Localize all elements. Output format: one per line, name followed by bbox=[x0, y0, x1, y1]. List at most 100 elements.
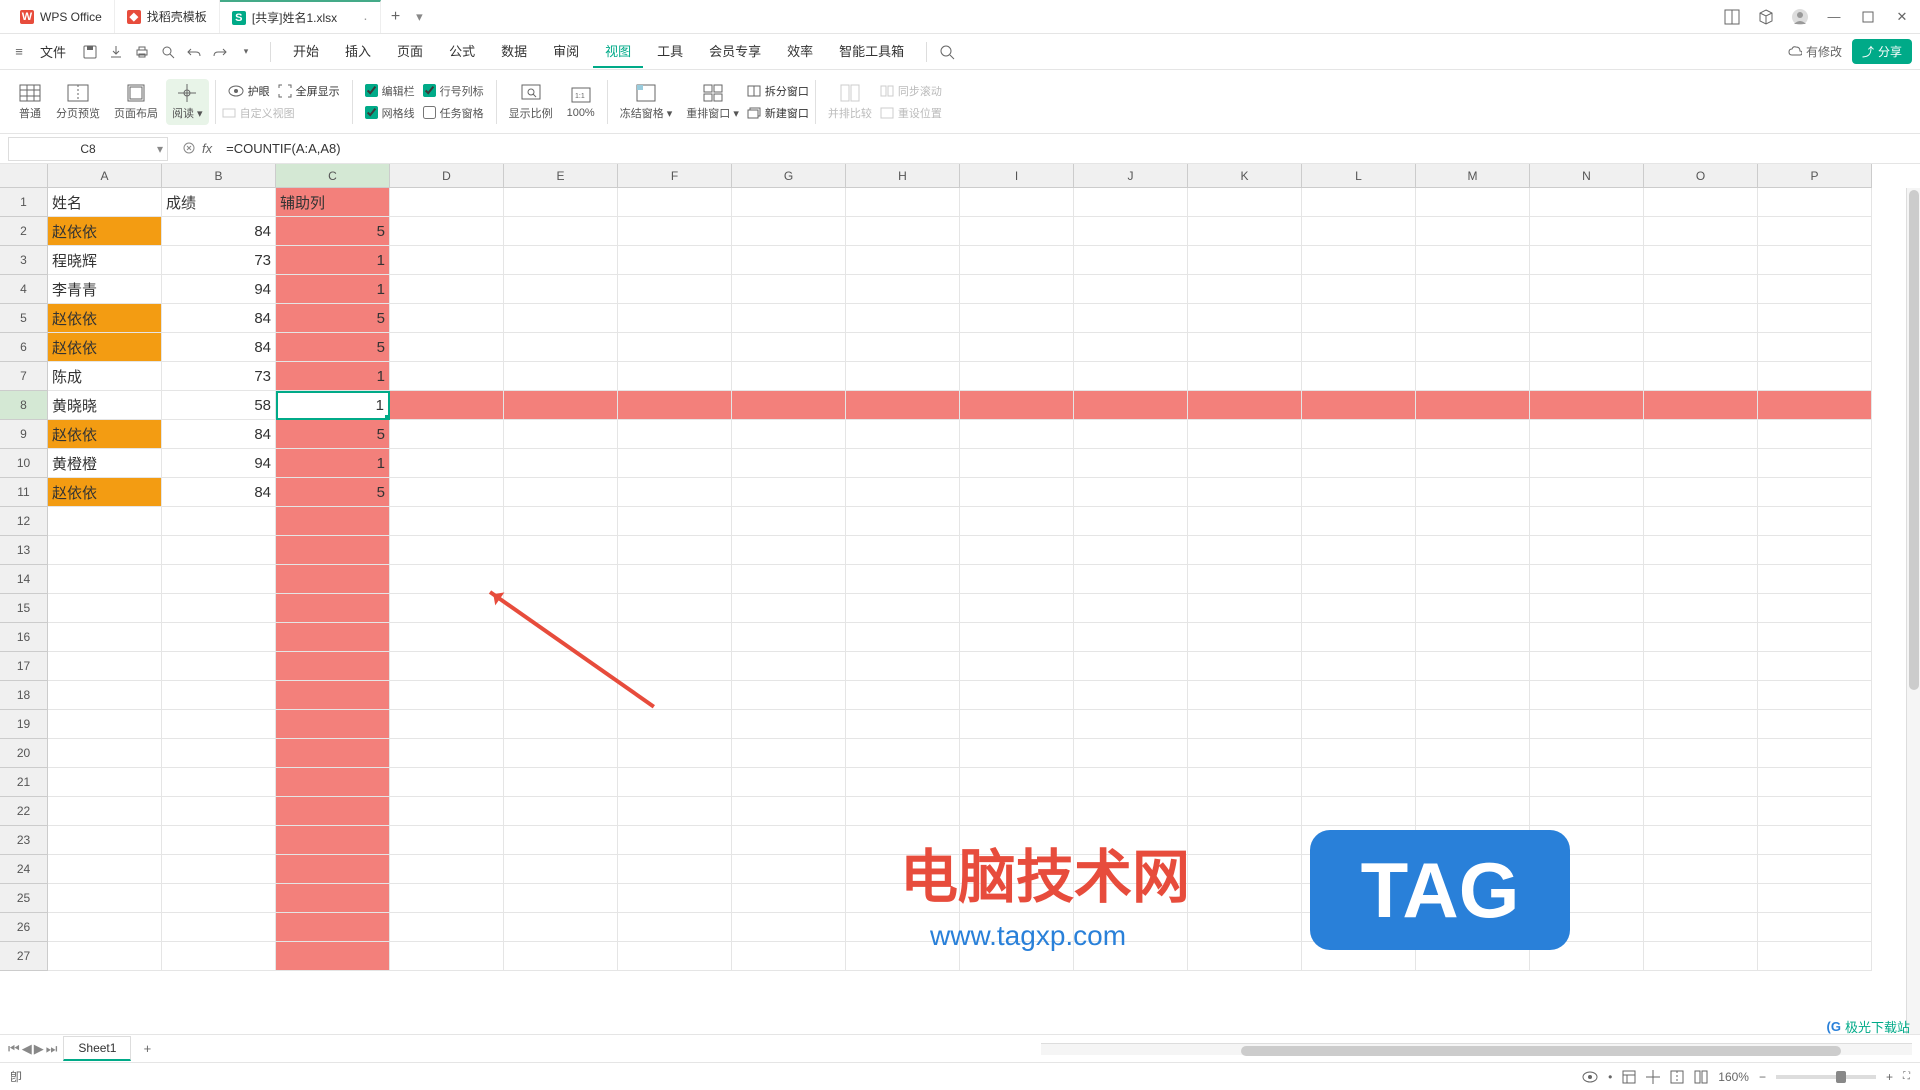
cell[interactable] bbox=[504, 565, 618, 594]
cell[interactable] bbox=[1416, 304, 1530, 333]
cell[interactable] bbox=[390, 594, 504, 623]
cell[interactable] bbox=[276, 826, 390, 855]
cell[interactable] bbox=[1416, 710, 1530, 739]
cell[interactable] bbox=[1188, 942, 1302, 971]
cell[interactable] bbox=[504, 217, 618, 246]
view-page-break-button[interactable]: 分页预览 bbox=[50, 83, 106, 121]
cell[interactable] bbox=[1416, 565, 1530, 594]
cell[interactable] bbox=[1644, 391, 1758, 420]
cell[interactable] bbox=[1758, 536, 1872, 565]
cell[interactable] bbox=[276, 884, 390, 913]
cell[interactable] bbox=[162, 652, 276, 681]
cell[interactable] bbox=[1530, 884, 1644, 913]
cell[interactable] bbox=[1074, 536, 1188, 565]
cell[interactable] bbox=[48, 797, 162, 826]
cell[interactable] bbox=[504, 797, 618, 826]
cell[interactable] bbox=[162, 710, 276, 739]
cell[interactable] bbox=[1188, 333, 1302, 362]
cell[interactable] bbox=[960, 942, 1074, 971]
cell[interactable] bbox=[618, 536, 732, 565]
row-header[interactable]: 10 bbox=[0, 449, 48, 478]
cell[interactable] bbox=[1758, 797, 1872, 826]
cell[interactable] bbox=[48, 565, 162, 594]
cell[interactable] bbox=[1644, 797, 1758, 826]
cell[interactable] bbox=[1644, 913, 1758, 942]
view-normal-button[interactable]: 普通 bbox=[12, 83, 48, 121]
cell[interactable] bbox=[1302, 913, 1416, 942]
column-header[interactable]: O bbox=[1644, 164, 1758, 188]
cell[interactable] bbox=[48, 710, 162, 739]
eye-protect-button[interactable]: 护眼 bbox=[228, 83, 270, 99]
chevron-down-icon[interactable]: ▾ bbox=[157, 142, 163, 156]
cell[interactable] bbox=[390, 797, 504, 826]
export-icon[interactable] bbox=[106, 42, 126, 62]
cell[interactable] bbox=[1758, 507, 1872, 536]
file-menu[interactable]: 文件 bbox=[34, 42, 72, 61]
cell[interactable] bbox=[1302, 884, 1416, 913]
close-window-button[interactable]: ✕ bbox=[1892, 7, 1912, 27]
check-task-pane[interactable]: 任务窗格 bbox=[423, 105, 484, 121]
cell[interactable] bbox=[390, 884, 504, 913]
cell[interactable] bbox=[960, 913, 1074, 942]
row-header[interactable]: 12 bbox=[0, 507, 48, 536]
cell[interactable] bbox=[390, 913, 504, 942]
cell[interactable] bbox=[732, 826, 846, 855]
view-page-layout-button[interactable]: 页面布局 bbox=[108, 83, 164, 121]
cell[interactable] bbox=[618, 275, 732, 304]
cell[interactable] bbox=[846, 739, 960, 768]
cell[interactable] bbox=[618, 710, 732, 739]
cell[interactable] bbox=[504, 420, 618, 449]
cell[interactable] bbox=[846, 536, 960, 565]
cell[interactable] bbox=[1530, 739, 1644, 768]
cell[interactable] bbox=[1416, 768, 1530, 797]
cell[interactable] bbox=[1074, 768, 1188, 797]
cell[interactable] bbox=[504, 942, 618, 971]
qat-dropdown[interactable]: ▾ bbox=[236, 42, 256, 62]
cell[interactable] bbox=[504, 768, 618, 797]
cell[interactable] bbox=[1074, 623, 1188, 652]
row-header[interactable]: 19 bbox=[0, 710, 48, 739]
cell[interactable] bbox=[276, 768, 390, 797]
column-header[interactable]: H bbox=[846, 164, 960, 188]
cell[interactable] bbox=[1530, 275, 1644, 304]
cell[interactable] bbox=[1644, 826, 1758, 855]
cell[interactable] bbox=[1530, 391, 1644, 420]
cell[interactable] bbox=[390, 420, 504, 449]
cell[interactable] bbox=[846, 594, 960, 623]
cell[interactable] bbox=[390, 826, 504, 855]
cell[interactable] bbox=[618, 942, 732, 971]
cell[interactable]: 84 bbox=[162, 304, 276, 333]
cell[interactable] bbox=[1644, 652, 1758, 681]
cell[interactable] bbox=[504, 246, 618, 275]
cell[interactable] bbox=[504, 826, 618, 855]
print-preview-icon[interactable] bbox=[158, 42, 178, 62]
cell[interactable]: 赵依依 bbox=[48, 420, 162, 449]
cell[interactable] bbox=[1074, 188, 1188, 217]
cell[interactable] bbox=[390, 652, 504, 681]
cell[interactable] bbox=[504, 478, 618, 507]
cell[interactable] bbox=[960, 449, 1074, 478]
vertical-scrollbar[interactable] bbox=[1906, 188, 1920, 1034]
select-all-corner[interactable] bbox=[0, 164, 48, 188]
cell[interactable] bbox=[732, 855, 846, 884]
cell[interactable] bbox=[48, 855, 162, 884]
cell[interactable] bbox=[618, 652, 732, 681]
cell[interactable] bbox=[1758, 449, 1872, 478]
cell[interactable] bbox=[390, 449, 504, 478]
reading-layout-icon[interactable] bbox=[1722, 7, 1742, 27]
row-header[interactable]: 21 bbox=[0, 768, 48, 797]
cell[interactable] bbox=[1416, 536, 1530, 565]
cell[interactable] bbox=[1302, 217, 1416, 246]
cell[interactable] bbox=[390, 478, 504, 507]
cell[interactable] bbox=[846, 826, 960, 855]
row-header[interactable]: 26 bbox=[0, 913, 48, 942]
row-header[interactable]: 23 bbox=[0, 826, 48, 855]
cell[interactable] bbox=[1416, 594, 1530, 623]
cell[interactable] bbox=[1758, 275, 1872, 304]
cell[interactable] bbox=[1530, 855, 1644, 884]
cell[interactable] bbox=[1416, 507, 1530, 536]
cell[interactable] bbox=[162, 884, 276, 913]
cell[interactable] bbox=[162, 826, 276, 855]
cell[interactable] bbox=[504, 681, 618, 710]
cell[interactable] bbox=[1758, 855, 1872, 884]
